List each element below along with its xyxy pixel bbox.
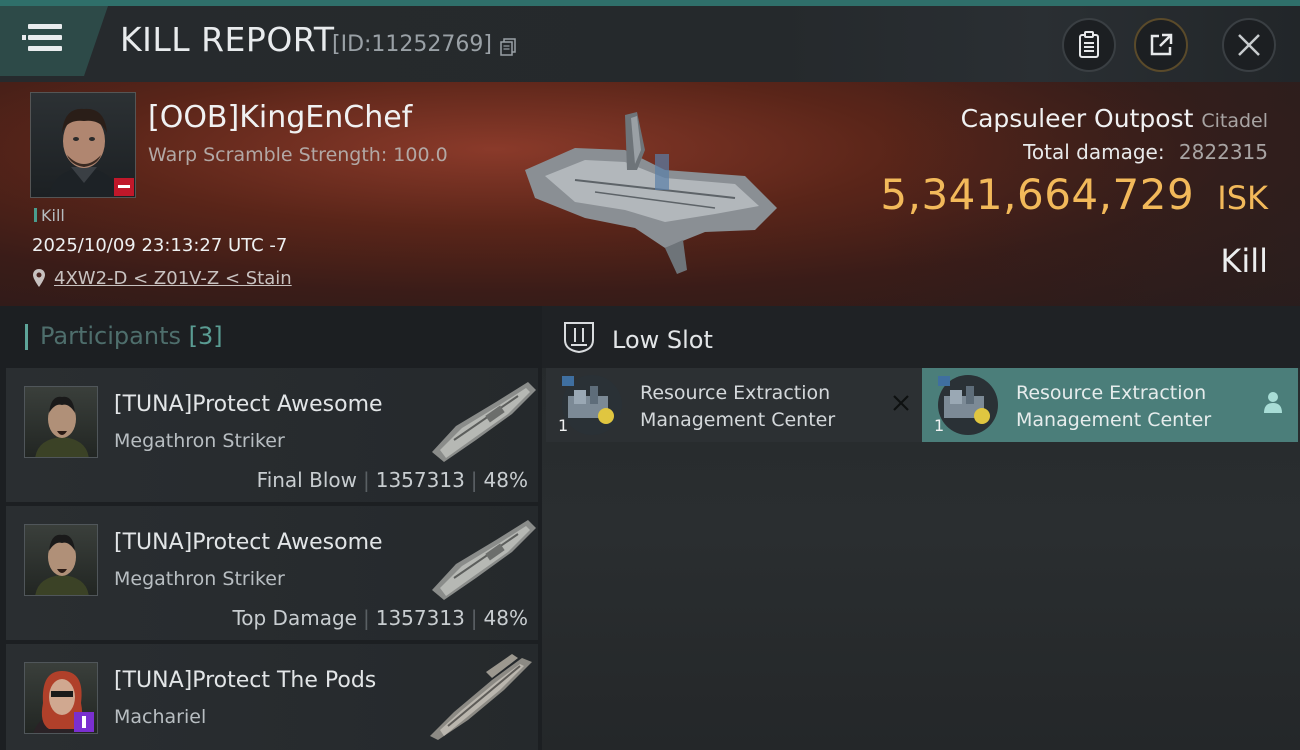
- victim-banner: [OOB]KingEnChef Warp Scramble Strength: …: [0, 82, 1300, 306]
- total-damage-label: Total damage:: [1023, 140, 1165, 164]
- total-damage-value: 2822315: [1178, 140, 1268, 164]
- clipboard-icon: [1079, 31, 1099, 58]
- module-name: Resource Extraction Management Center: [640, 382, 836, 431]
- structure-name: Capsuleer Outpost: [960, 104, 1194, 133]
- isk-unit: ISK: [1217, 179, 1268, 217]
- location-link[interactable]: 4XW2-D < Z01V-Z < Stain: [54, 268, 292, 289]
- structure-type: Capsuleer Outpost Citadel: [961, 104, 1268, 133]
- total-damage: Total damage: 2822315: [1023, 140, 1268, 164]
- module-item-dropped[interactable]: 1 Resource Extraction Management Center: [922, 368, 1298, 442]
- close-button[interactable]: [1222, 18, 1276, 72]
- resource-extraction-module-icon: [938, 375, 998, 435]
- megathron-striker-ship-image: [432, 520, 536, 600]
- result-tag: Kill: [34, 206, 65, 225]
- report-id: [ID:11252769]: [332, 32, 492, 57]
- participants-panel: Participants [3] [TUNA]Protect Awesome M…: [0, 306, 542, 750]
- hostile-status-badge: [114, 178, 134, 196]
- participant-stats: Final Blow | 1357313 | 48%: [256, 468, 528, 492]
- share-icon: [1150, 33, 1173, 56]
- participant-damage: 1357313: [375, 468, 465, 492]
- participant-name[interactable]: [TUNA]Protect Awesome: [114, 392, 383, 417]
- slot-title: Low Slot: [612, 326, 713, 354]
- participants-count: [3]: [188, 322, 223, 350]
- participant-card[interactable]: [TUNA]Protect The Pods Machariel: [6, 644, 538, 750]
- participant-stats: Top Damage | 1357313 | 48%: [232, 606, 528, 630]
- module-name: Resource Extraction Management Center: [1016, 382, 1212, 431]
- isk-amount: 5,341,664,729: [880, 170, 1195, 219]
- participant-role: Final Blow: [256, 468, 357, 492]
- fitting-panel: Low Slot 1 Resource Extraction Managemen…: [542, 306, 1300, 750]
- megathron-striker-ship-image: [432, 382, 536, 462]
- participant-ship: Machariel: [114, 706, 207, 728]
- menu-button[interactable]: [0, 6, 108, 76]
- participant-status-badge: [74, 712, 94, 732]
- participant-name[interactable]: [TUNA]Protect The Pods: [114, 668, 376, 693]
- module-item-destroyed[interactable]: 1 Resource Extraction Management Center: [546, 368, 922, 442]
- header-bar: KILL REPORT [ID:11252769]: [0, 6, 1300, 82]
- structure-image: [525, 112, 777, 274]
- resource-extraction-module-icon: [562, 375, 622, 435]
- participant-damage: 1357313: [375, 606, 465, 630]
- menu-icon: [28, 24, 62, 29]
- module-quantity: 1: [558, 416, 569, 435]
- person-icon: [1264, 392, 1282, 413]
- victim-attribute: Warp Scramble Strength: 100.0: [148, 144, 448, 166]
- participant-portrait[interactable]: [24, 524, 98, 596]
- participant-name[interactable]: [TUNA]Protect Awesome: [114, 530, 383, 555]
- slot-header: Low Slot: [542, 306, 1300, 368]
- participant-ship: Megathron Striker: [114, 430, 285, 452]
- participant-card[interactable]: [TUNA]Protect Awesome Megathron Striker …: [6, 368, 538, 502]
- page-title: KILL REPORT: [120, 20, 335, 59]
- participants-header: Participants [3]: [25, 322, 223, 350]
- participants-title: Participants: [40, 322, 181, 350]
- structure-class: Citadel: [1201, 110, 1268, 132]
- clipboard-button[interactable]: [1062, 18, 1116, 72]
- participant-card[interactable]: [TUNA]Protect Awesome Megathron Striker …: [6, 506, 538, 640]
- participant-percent: 48%: [483, 468, 528, 492]
- participant-percent: 48%: [483, 606, 528, 630]
- isk-value: 5,341,664,729 ISK: [880, 170, 1268, 219]
- machariel-ship-image: [430, 654, 532, 740]
- low-slot-icon: [564, 322, 594, 354]
- module-quantity: 1: [934, 416, 945, 435]
- close-icon: [1238, 34, 1260, 56]
- kill-timestamp: 2025/10/09 23:13:27 UTC -7: [32, 235, 288, 256]
- destroyed-icon: [893, 395, 909, 411]
- victim-name[interactable]: [OOB]KingEnChef: [148, 100, 412, 135]
- participant-portrait[interactable]: [24, 386, 98, 458]
- share-button[interactable]: [1134, 18, 1188, 72]
- participant-role: Top Damage: [232, 606, 357, 630]
- copy-icon[interactable]: [500, 38, 516, 56]
- participant-ship: Megathron Striker: [114, 568, 285, 590]
- kill-result: Kill: [1220, 242, 1268, 280]
- location-pin-icon: [33, 269, 45, 287]
